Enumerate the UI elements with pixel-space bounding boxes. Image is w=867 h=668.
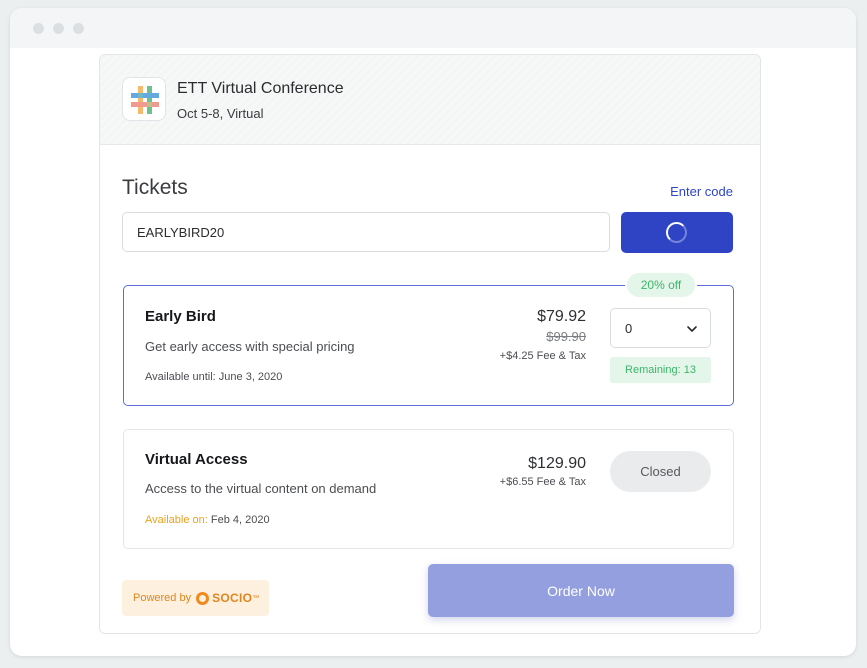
- ticket-description: Get early access with special pricing: [145, 339, 355, 354]
- socio-mark-icon: [196, 591, 210, 605]
- socio-brand: SOCIO: [212, 591, 253, 605]
- window-dot: [33, 23, 44, 34]
- availability-date: Feb 4, 2020: [207, 514, 270, 526]
- promo-code-input[interactable]: [122, 212, 610, 252]
- event-logo: [122, 77, 166, 121]
- powered-by-label: Powered by: [133, 592, 192, 604]
- enter-code-link[interactable]: Enter code: [670, 184, 733, 199]
- ticket-name: Early Bird: [145, 308, 216, 325]
- browser-title-bar: [10, 8, 856, 48]
- ticket-availability: Available until: June 3, 2020: [145, 371, 283, 383]
- loading-spinner-icon: [666, 222, 687, 243]
- ticket-widget: ETT Virtual Conference Oct 5-8, Virtual …: [99, 54, 761, 634]
- event-header: ETT Virtual Conference Oct 5-8, Virtual: [100, 55, 760, 145]
- ticket-description: Access to the virtual content on demand: [145, 481, 376, 496]
- socio-logo: SOCIO ™: [196, 591, 259, 605]
- ticket-card-virtual-access: Virtual Access Access to the virtual con…: [123, 429, 734, 549]
- event-date-location: Oct 5-8, Virtual: [177, 106, 264, 121]
- ticket-card-early-bird: Early Bird Get early access with special…: [123, 285, 734, 406]
- quantity-value: 0: [625, 321, 633, 336]
- window-dot: [73, 23, 84, 34]
- quantity-select[interactable]: 0: [610, 308, 711, 348]
- remaining-badge: Remaining: 13: [610, 357, 711, 383]
- order-now-button[interactable]: Order Now: [428, 564, 734, 617]
- trademark-symbol: ™: [252, 594, 260, 602]
- window-dot: [53, 23, 64, 34]
- hashtag-logo-icon: [131, 86, 159, 114]
- ticket-description-text: Access to the virtual content on demand: [145, 481, 377, 496]
- ticket-price: $129.90: [528, 455, 586, 472]
- powered-by-badge[interactable]: Powered by SOCIO ™: [122, 580, 269, 616]
- ticket-fee: +$4.25 Fee & Tax: [499, 350, 586, 362]
- discount-badge: 20% off: [625, 271, 697, 299]
- ticket-name: Virtual Access: [145, 451, 248, 468]
- availability-label: Available on:: [145, 514, 208, 526]
- ticket-original-price: $99.90: [546, 329, 586, 344]
- ticket-availability: Available on: Feb 4, 2020: [145, 514, 270, 526]
- apply-code-button[interactable]: [621, 212, 733, 253]
- closed-status-button: Closed: [610, 451, 711, 492]
- ticket-fee: +$6.55 Fee & Tax: [499, 476, 586, 488]
- ticket-price: $79.92: [537, 308, 586, 325]
- tickets-heading: Tickets: [122, 176, 188, 199]
- event-title: ETT Virtual Conference: [177, 80, 344, 97]
- chevron-down-icon: [687, 326, 697, 332]
